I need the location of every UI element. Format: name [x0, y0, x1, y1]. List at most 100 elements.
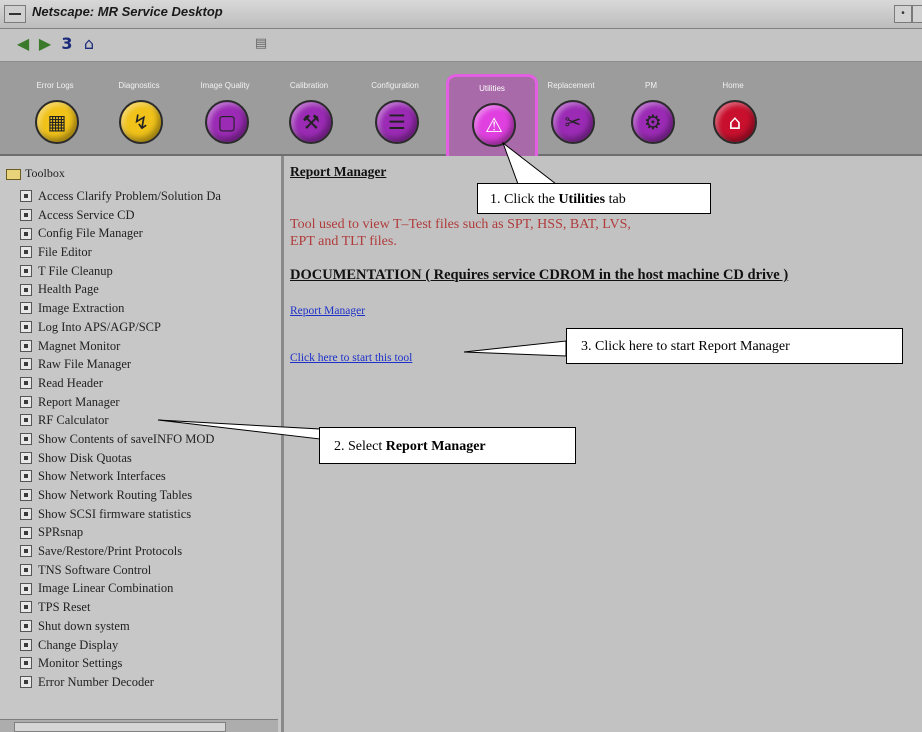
tool-bullet-icon	[20, 358, 32, 371]
tool-bullet-icon	[20, 302, 32, 315]
toolbox-item[interactable]: Show Network Interfaces	[20, 467, 221, 486]
tool-bullet-icon	[20, 489, 32, 502]
toolbox-item[interactable]: Read Header	[20, 374, 221, 393]
tab-button-circle[interactable]: ☰	[375, 100, 419, 144]
toolbox-item[interactable]: Config File Manager	[20, 224, 221, 243]
toolbox-item[interactable]: Change Display	[20, 636, 221, 655]
tab-home[interactable]: Home ⌂	[690, 80, 776, 150]
toolbox-item[interactable]: Access Service CD	[20, 206, 221, 225]
toolbox-item[interactable]: Log Into APS/AGP/SCP	[20, 318, 221, 337]
toolbox-label: Toolbox	[25, 166, 65, 180]
toolbox-item[interactable]: Raw File Manager	[20, 355, 221, 374]
tab-button-circle[interactable]: ✂	[551, 100, 595, 144]
tab-calibration[interactable]: Calibration ⚒	[266, 80, 352, 150]
toolbox-item[interactable]: Show Network Routing Tables	[20, 486, 221, 505]
toolbox-item-label: Save/Restore/Print Protocols	[38, 544, 183, 559]
callout-3-text: 3. Click here to start Report Manager	[581, 339, 790, 354]
tab-button-circle[interactable]: ▢	[205, 100, 249, 144]
tab-diagnostics[interactable]: Diagnostics ↯	[96, 80, 182, 150]
toolbox-item[interactable]: Report Manager	[20, 393, 221, 412]
start-tool-link[interactable]: Click here to start this tool	[290, 352, 412, 364]
toolbox-item[interactable]: SPRsnap	[20, 523, 221, 542]
toolbox-item-label: SPRsnap	[38, 525, 84, 540]
tool-bullet-icon	[20, 545, 32, 558]
tool-bullet-icon	[20, 283, 32, 296]
tab-utilities-icon: ⚠	[485, 113, 503, 137]
toolbox-item-label: Log Into APS/AGP/SCP	[38, 319, 161, 334]
tab-replacement[interactable]: Replacement ✂	[528, 80, 614, 150]
home-icon[interactable]: ⌂	[80, 35, 98, 53]
window-title: Netscape: MR Service Desktop	[32, 4, 223, 19]
tab-label: Home	[722, 81, 744, 90]
toolbox-item[interactable]: Magnet Monitor	[20, 337, 221, 356]
tool-bullet-icon	[20, 190, 32, 203]
tool-bullet-icon	[20, 208, 32, 221]
tab-utilities[interactable]: Utilities ⚠	[446, 74, 538, 157]
toolbox-item-label: RF Calculator	[38, 413, 109, 428]
toolbox-item[interactable]: Error Number Decoder	[20, 673, 221, 692]
toolbox-item[interactable]: TPS Reset	[20, 598, 221, 617]
toolbox-item-label: T File Cleanup	[38, 263, 113, 278]
toolbox-item[interactable]: Show SCSI firmware statistics	[20, 505, 221, 524]
tab-error-logs[interactable]: Error Logs ▦	[12, 80, 98, 150]
toolbox-panel: Toolbox Access Clarify Problem/Solution …	[0, 156, 284, 732]
toolbox-item[interactable]: Show Disk Quotas	[20, 449, 221, 468]
scrollbar-thumb[interactable]	[14, 722, 226, 732]
tab-label: Image Quality	[200, 81, 250, 90]
toolbox-item-label: TNS Software Control	[38, 562, 152, 577]
toolbox-item-label: Access Clarify Problem/Solution Da	[38, 189, 221, 203]
callout-1-bold: Utilities	[558, 192, 606, 207]
forward-arrow-icon[interactable]: ▶	[36, 35, 54, 53]
maximize-button[interactable]	[912, 5, 922, 23]
toolbox-item[interactable]: Health Page	[20, 280, 221, 299]
title-bar: Netscape: MR Service Desktop •	[0, 0, 922, 29]
toolbox-item[interactable]: T File Cleanup	[20, 262, 221, 281]
tab-button-circle[interactable]: ▦	[35, 100, 79, 144]
tool-bullet-icon	[20, 563, 32, 576]
toolbox-item[interactable]: TNS Software Control	[20, 561, 221, 580]
app-window: Netscape: MR Service Desktop • ◀ ▶ 3 ⌂ ▤…	[0, 0, 922, 732]
tool-bullet-icon	[20, 227, 32, 240]
tool-bullet-icon	[20, 320, 32, 333]
minimize-button[interactable]: •	[894, 5, 912, 23]
tool-description: Tool used to view T–Test files such as S…	[290, 216, 750, 250]
tab-configuration[interactable]: Configuration ☰	[352, 80, 438, 150]
toolbox-item[interactable]: Show Contents of saveINFO MOD	[20, 430, 221, 449]
toolbox-item[interactable]: Image Linear Combination	[20, 579, 221, 598]
tab-button-circle[interactable]: ⚠	[472, 103, 516, 147]
toolbox-item-label: File Editor	[38, 245, 92, 260]
tab-error-logs-icon: ▦	[47, 110, 67, 134]
toolbox-item[interactable]: Image Extraction	[20, 299, 221, 318]
toolbox-item[interactable]: Shut down system	[20, 617, 221, 636]
toolbox-item-label: Config File Manager	[38, 226, 143, 241]
tab-pm-icon: ⚙	[644, 110, 662, 134]
toolbox-item-label: Image Linear Combination	[38, 581, 174, 596]
callout-1-prefix: 1. Click the	[490, 192, 559, 207]
toolbox-item-label: Report Manager	[38, 394, 120, 409]
status-indicator-icon: ▤	[254, 36, 268, 51]
toolbox-root[interactable]: Toolbox	[6, 166, 65, 181]
window-menu-button[interactable]	[4, 5, 26, 23]
back-arrow-icon[interactable]: ◀	[14, 35, 32, 53]
toolbox-item-label: Show Network Routing Tables	[38, 488, 193, 502]
toolbox-item[interactable]: File Editor	[20, 243, 221, 262]
toolbox-item[interactable]: RF Calculator	[20, 411, 221, 430]
horizontal-scrollbar[interactable]	[0, 719, 278, 732]
callout-step-1: 1. Click the Utilities tab	[477, 183, 711, 214]
toolbox-item-label: Raw File Manager	[38, 357, 132, 372]
tab-button-circle[interactable]: ⚙	[631, 100, 675, 144]
toolbox-item[interactable]: Access Clarify Problem/Solution Da	[20, 187, 221, 206]
reload-icon[interactable]: 3	[58, 35, 76, 53]
tab-image-quality[interactable]: Image Quality ▢	[182, 80, 268, 150]
toolbox-item[interactable]: Save/Restore/Print Protocols	[20, 542, 221, 561]
tab-button-circle[interactable]: ⌂	[713, 100, 757, 144]
page-title: Report Manager	[290, 164, 387, 179]
tab-button-circle[interactable]: ⚒	[289, 100, 333, 144]
tab-button-circle[interactable]: ↯	[119, 100, 163, 144]
toolbox-item-label: Shut down system	[38, 618, 130, 633]
tab-label: Utilities	[479, 84, 505, 93]
toolbox-item[interactable]: Monitor Settings	[20, 654, 221, 673]
tool-bullet-icon	[20, 433, 32, 446]
report-manager-doc-link[interactable]: Report Manager	[290, 305, 365, 317]
tab-pm[interactable]: PM ⚙	[608, 80, 694, 150]
